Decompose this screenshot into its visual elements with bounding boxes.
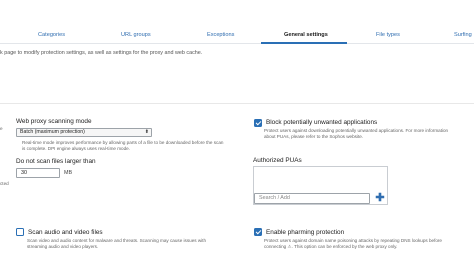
file-size-title: Do not scan files larger than bbox=[16, 158, 96, 165]
scanning-mode-title: Web proxy scanning mode bbox=[16, 118, 92, 125]
pua-search-input[interactable]: Search / Add bbox=[254, 193, 370, 204]
pharming-protection-label: Enable pharming protection bbox=[266, 229, 345, 236]
tab-surfing[interactable]: Surfing bbox=[454, 32, 472, 38]
block-pua-help: Protect users against downloading potent… bbox=[264, 128, 448, 141]
scan-audio-video-label: Scan audio and video files bbox=[28, 229, 103, 236]
tab-exceptions[interactable]: Exceptions bbox=[207, 32, 234, 38]
edge-label-left: e bbox=[0, 126, 3, 131]
scanning-mode-value: Batch (maximum protection) bbox=[20, 129, 85, 135]
page-description: k page to modify protection settings, as… bbox=[0, 50, 203, 56]
tab-file-types[interactable]: File types bbox=[376, 32, 400, 38]
scan-audio-video-checkbox[interactable] bbox=[16, 228, 24, 236]
scanning-mode-help-line: is complete. DPI engine always uses real… bbox=[22, 146, 131, 152]
add-pua-button[interactable]: ✚ bbox=[375, 193, 385, 204]
tab-general-settings[interactable]: General settings bbox=[284, 32, 328, 38]
active-tab-indicator bbox=[261, 42, 347, 44]
block-pua-help-line: about PUAs, please refer to the Sophos w… bbox=[264, 134, 448, 140]
tab-categories[interactable]: Categories bbox=[38, 32, 65, 38]
scan-audio-video-help-line: streaming audio and video players. bbox=[27, 244, 99, 250]
chevron-updown-icon: ⬍ bbox=[144, 129, 149, 135]
block-pua-label: Block potentially unwanted applications bbox=[266, 119, 378, 126]
scan-audio-video-help: Scan video and audio content for malware… bbox=[27, 238, 206, 251]
tab-bar: Categories URL groups Exceptions General… bbox=[0, 0, 474, 44]
file-size-unit: MB bbox=[64, 170, 73, 176]
pharming-help-line: connecting ⚠. This option can be enforce… bbox=[264, 244, 398, 250]
block-pua-checkbox[interactable] bbox=[254, 119, 262, 127]
authorized-puas-title: Authorized PUAs bbox=[253, 157, 302, 164]
pharming-protection-checkbox[interactable] bbox=[254, 228, 262, 236]
pharming-protection-help: Protect users against domain name poison… bbox=[264, 238, 442, 251]
tab-url-groups[interactable]: URL groups bbox=[121, 32, 151, 38]
section-divider bbox=[0, 103, 474, 104]
scanning-mode-select[interactable]: Batch (maximum protection) ⬍ bbox=[16, 128, 152, 137]
file-size-input[interactable]: 30 bbox=[16, 168, 60, 178]
scanning-mode-help: Real-time mode improves performance by a… bbox=[22, 140, 223, 153]
edge-label-cted: cted bbox=[0, 181, 9, 186]
sophos-website-link-text[interactable]: about PUAs, please refer to the Sophos w… bbox=[264, 134, 363, 139]
